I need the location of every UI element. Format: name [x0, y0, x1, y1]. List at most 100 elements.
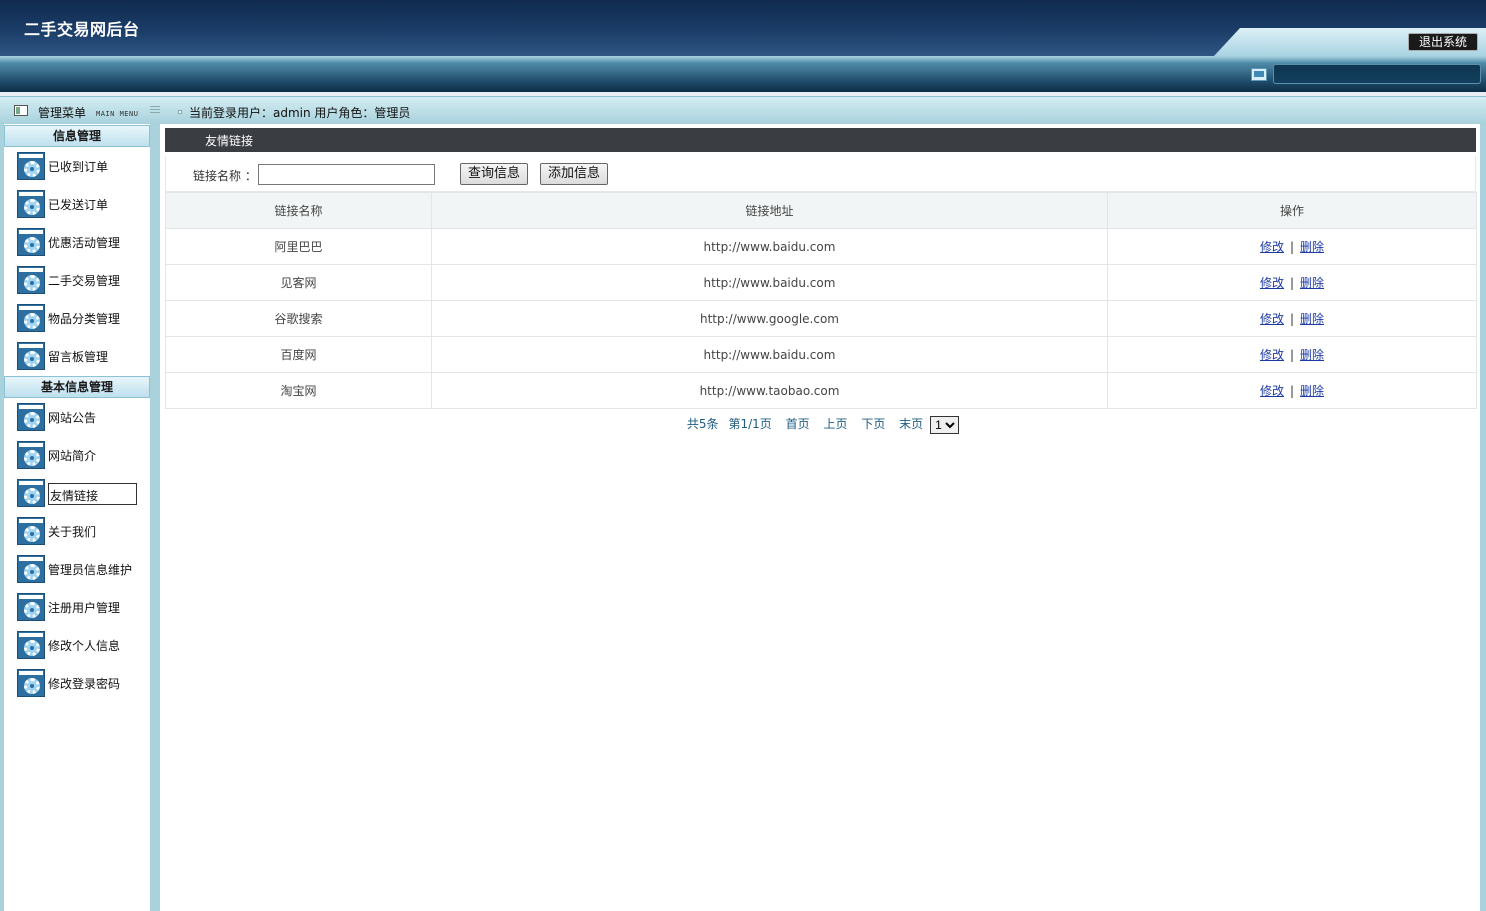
- table-row: 阿里巴巴 http://www.baidu.com 修改 | 删除: [165, 228, 1477, 265]
- gear-window-icon: [17, 228, 45, 256]
- section-title-basic[interactable]: 基本信息管理: [4, 376, 150, 398]
- sidebar-item-label: 网站简介: [48, 449, 97, 463]
- gear-window-icon: [17, 441, 45, 469]
- gear-window-icon: [17, 555, 45, 583]
- sidebar-item-admin-info[interactable]: 管理员信息维护: [17, 555, 147, 583]
- gear-window-icon: [17, 403, 45, 431]
- gear-window-icon: [17, 669, 45, 697]
- sidebar-item-label: 已发送订单: [48, 198, 109, 212]
- sidebar-item-label: 修改个人信息: [48, 639, 121, 653]
- actions-cell: 修改 | 删除: [1107, 372, 1477, 409]
- link-url-cell: http://www.baidu.com: [431, 228, 1108, 265]
- app-title: 二手交易网后台: [24, 20, 140, 39]
- edit-link[interactable]: 修改: [1260, 312, 1284, 326]
- actions-cell: 修改 | 删除: [1107, 228, 1477, 265]
- main-content: 当前登录用户：admin 用户角色：管理员 友情链接 链接名称 ： 查询信息 添…: [160, 96, 1486, 911]
- sidebar-item-label: 修改登录密码: [48, 677, 121, 691]
- friend-links-panel: 友情链接 链接名称 ： 查询信息 添加信息 链接名称 链接地址 操作 阿里巴巴 …: [165, 128, 1477, 434]
- sidebar-item-friend-links[interactable]: 友情链接: [17, 479, 147, 507]
- table-header-row: 链接名称 链接地址 操作: [165, 192, 1477, 229]
- page-select[interactable]: 1: [930, 415, 960, 434]
- gear-window-icon: [17, 631, 45, 659]
- column-header: 链接名称: [165, 192, 432, 229]
- top-header: 二手交易网后台 退出系统: [0, 0, 1486, 56]
- link-name-cell: 见客网: [165, 264, 432, 301]
- menu-panel-icon: [14, 105, 28, 116]
- link-name-cell: 百度网: [165, 336, 432, 373]
- gear-window-icon: [17, 593, 45, 621]
- sidebar-item-promotions[interactable]: 优惠活动管理: [17, 228, 147, 256]
- actions-cell: 修改 | 删除: [1107, 264, 1477, 301]
- gear-window-icon: [17, 304, 45, 332]
- section-title-info[interactable]: 信息管理: [4, 125, 150, 147]
- links-table: 链接名称 链接地址 操作 阿里巴巴 http://www.baidu.com 修…: [165, 192, 1477, 409]
- table-row: 见客网 http://www.baidu.com 修改 | 删除: [165, 264, 1477, 301]
- edit-link[interactable]: 修改: [1260, 276, 1284, 290]
- link-url-cell: http://www.baidu.com: [431, 336, 1108, 373]
- status-box: [1273, 64, 1481, 84]
- actions-cell: 修改 | 删除: [1107, 300, 1477, 337]
- link-name-cell: 谷歌搜索: [165, 300, 432, 337]
- current-user-info: 当前登录用户：admin 用户角色：管理员: [189, 106, 411, 120]
- gear-window-icon: [17, 190, 45, 218]
- sidebar-item-label: 友情链接: [48, 483, 137, 505]
- link-url-cell: http://www.google.com: [431, 300, 1108, 337]
- sidebar-item-label: 管理员信息维护: [48, 563, 133, 577]
- sidebar-item-label: 网站公告: [48, 411, 97, 425]
- sidebar-item-label: 优惠活动管理: [48, 236, 121, 250]
- left-sidebar: 管理菜单 MAIN MENU 信息管理 已收到订单 已发送订单 优惠活动管理 二…: [0, 96, 160, 911]
- pagination: 共5条 第1/1页 首页 上页 下页 末页 1: [165, 415, 1476, 434]
- panel-title: 友情链接: [165, 128, 1476, 152]
- gear-window-icon: [17, 152, 45, 180]
- page-info: 第1/1页: [728, 417, 772, 431]
- sidebar-item-edit-profile[interactable]: 修改个人信息: [17, 631, 147, 659]
- gear-window-icon: [17, 342, 45, 370]
- sidebar-item-label: 注册用户管理: [48, 601, 121, 615]
- delete-link[interactable]: 删除: [1300, 312, 1324, 326]
- search-label: 链接名称 ：: [193, 169, 257, 183]
- sidebar-item-label: 留言板管理: [48, 350, 109, 364]
- query-button[interactable]: 查询信息: [460, 163, 529, 185]
- link-name-cell: 阿里巴巴: [165, 228, 432, 265]
- sidebar-item-secondhand-trade[interactable]: 二手交易管理: [17, 266, 147, 294]
- link-name-input[interactable]: [258, 164, 435, 185]
- link-url-cell: http://www.baidu.com: [431, 264, 1108, 301]
- logout-button[interactable]: 退出系统: [1408, 33, 1478, 51]
- sidebar-item-message-board[interactable]: 留言板管理: [17, 342, 147, 370]
- actions-cell: 修改 | 删除: [1107, 336, 1477, 373]
- column-header: 操作: [1107, 192, 1477, 229]
- menu-toggle-icon[interactable]: [150, 106, 160, 115]
- sidebar-item-registered-users[interactable]: 注册用户管理: [17, 593, 147, 621]
- sidebar-item-site-intro[interactable]: 网站简介: [17, 441, 147, 469]
- sidebar-item-change-password[interactable]: 修改登录密码: [17, 669, 147, 697]
- delete-link[interactable]: 删除: [1300, 240, 1324, 254]
- next-page-link[interactable]: 下页: [861, 417, 885, 431]
- sidebar-item-label: 关于我们: [48, 525, 97, 539]
- gear-window-icon: [17, 266, 45, 294]
- sidebar-item-received-orders[interactable]: 已收到订单: [17, 152, 147, 180]
- gear-window-icon: [17, 479, 45, 507]
- add-button[interactable]: 添加信息: [540, 163, 609, 185]
- right-border: [1480, 96, 1486, 911]
- menu-subtitle: MAIN MENU: [96, 110, 139, 118]
- sidebar-item-categories[interactable]: 物品分类管理: [17, 304, 147, 332]
- bullet-icon: [178, 110, 182, 114]
- sidebar-item-label: 二手交易管理: [48, 274, 121, 288]
- prev-page-link[interactable]: 上页: [823, 417, 847, 431]
- delete-link[interactable]: 删除: [1300, 276, 1324, 290]
- column-header: 链接地址: [431, 192, 1108, 229]
- sidebar-item-announcement[interactable]: 网站公告: [17, 403, 147, 431]
- edit-link[interactable]: 修改: [1260, 384, 1284, 398]
- sidebar-item-sent-orders[interactable]: 已发送订单: [17, 190, 147, 218]
- monitor-icon: [1251, 68, 1267, 81]
- first-page-link[interactable]: 首页: [786, 417, 810, 431]
- delete-link[interactable]: 删除: [1300, 384, 1324, 398]
- table-row: 百度网 http://www.baidu.com 修改 | 删除: [165, 336, 1477, 373]
- edit-link[interactable]: 修改: [1260, 240, 1284, 254]
- last-page-link[interactable]: 末页: [899, 417, 923, 431]
- edit-link[interactable]: 修改: [1260, 348, 1284, 362]
- sidebar-item-about-us[interactable]: 关于我们: [17, 517, 147, 545]
- sidebar-item-label: 物品分类管理: [48, 312, 121, 326]
- gear-window-icon: [17, 517, 45, 545]
- delete-link[interactable]: 删除: [1300, 348, 1324, 362]
